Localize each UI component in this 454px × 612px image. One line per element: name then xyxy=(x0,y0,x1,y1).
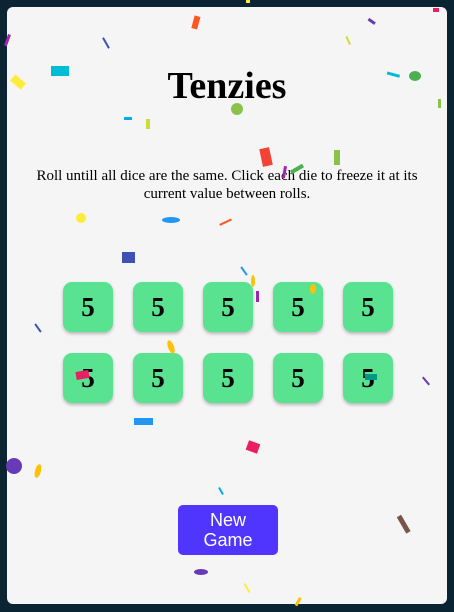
die-1[interactable]: 5 xyxy=(63,282,113,332)
game-card: Tenzies Roll untill all dice are the sam… xyxy=(7,7,447,604)
die-4[interactable]: 5 xyxy=(273,282,323,332)
die-8[interactable]: 5 xyxy=(203,353,253,403)
die-2[interactable]: 5 xyxy=(133,282,183,332)
game-instructions: Roll untill all dice are the same. Click… xyxy=(36,168,418,202)
game-title: Tenzies xyxy=(167,65,287,107)
die-10[interactable]: 5 xyxy=(343,353,393,403)
die-3[interactable]: 5 xyxy=(203,282,253,332)
new-game-button[interactable]: New Game xyxy=(178,505,278,555)
dice-grid: 5 5 5 5 5 5 5 5 5 5 xyxy=(63,282,393,403)
die-9[interactable]: 5 xyxy=(273,353,323,403)
confetti-piece xyxy=(246,0,250,3)
die-6[interactable]: 5 xyxy=(63,353,113,403)
die-5[interactable]: 5 xyxy=(343,282,393,332)
die-7[interactable]: 5 xyxy=(133,353,183,403)
